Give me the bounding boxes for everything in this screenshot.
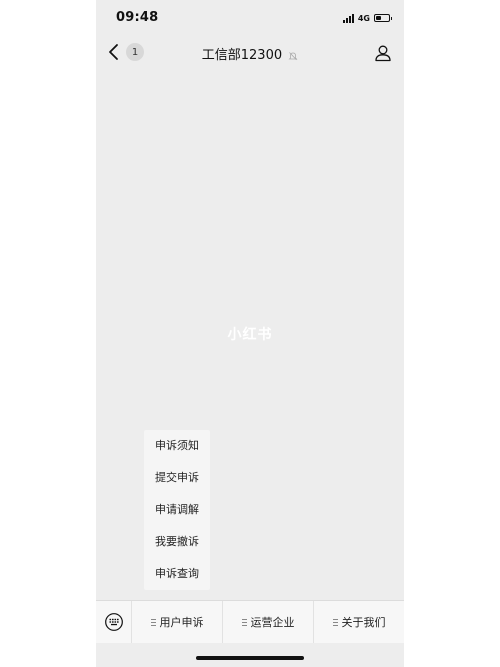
battery-icon <box>374 14 392 22</box>
service-menu-bar: 用户申诉 运营企业 关于我们 <box>96 600 404 643</box>
submenu-indicator-icon <box>150 618 156 626</box>
submenu-indicator-icon <box>332 618 338 626</box>
menu-tab-user-complaint[interactable]: 用户申诉 <box>132 601 222 643</box>
keyboard-toggle-button[interactable] <box>96 601 132 643</box>
mute-bell-icon <box>288 51 298 60</box>
status-time: 09:48 <box>116 10 159 25</box>
submenu-item-request-mediation[interactable]: 申请调解 <box>144 494 210 526</box>
submenu-item-complaint-notice[interactable]: 申诉须知 <box>144 430 210 462</box>
submenu-item-withdraw-complaint[interactable]: 我要撤诉 <box>144 526 210 558</box>
status-icons: 4G <box>342 12 392 24</box>
chat-title: 工信部12300 <box>96 44 404 63</box>
chat-header: 1 工信部12300 <box>96 36 404 70</box>
status-bar: 09:48 4G <box>96 0 404 36</box>
network-type: 4G <box>357 13 370 23</box>
phone-screen: 09:48 4G 1 工信部12300 小红书 申诉须知 提交申诉 申请调解 我… <box>96 0 404 667</box>
chat-title-text: 工信部12300 <box>201 48 283 63</box>
signal-icon <box>342 13 354 23</box>
submenu-indicator-icon <box>241 618 247 626</box>
watermark: 小红书 <box>227 327 273 343</box>
menu-tab-label: 关于我们 <box>341 616 386 629</box>
menu-tab-operators[interactable]: 运营企业 <box>222 601 313 643</box>
keyboard-icon <box>104 613 123 631</box>
submenu-popup: 申诉须知 提交申诉 申请调解 我要撤诉 申诉查询 <box>144 430 210 590</box>
menu-tab-label: 运营企业 <box>250 616 295 629</box>
menu-tab-about-us[interactable]: 关于我们 <box>313 601 404 643</box>
menu-tab-label: 用户申诉 <box>159 616 204 629</box>
home-indicator[interactable] <box>196 656 304 660</box>
profile-icon[interactable] <box>374 44 392 62</box>
submenu-item-query-complaint[interactable]: 申诉查询 <box>144 558 210 590</box>
submenu-item-submit-complaint[interactable]: 提交申诉 <box>144 462 210 494</box>
